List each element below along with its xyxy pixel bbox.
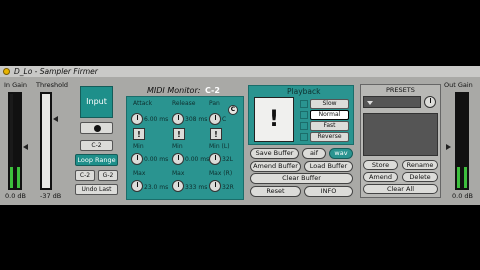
device-on-toggle[interactable] bbox=[3, 68, 10, 75]
fast-checkbox[interactable] bbox=[300, 122, 308, 130]
in-gain-label: In Gain bbox=[4, 81, 28, 89]
out-gain-level-left bbox=[457, 167, 460, 188]
pan-value: C bbox=[222, 116, 227, 123]
chevron-down-icon bbox=[367, 101, 373, 105]
amend-buffer-button[interactable]: Amend Buffer bbox=[250, 161, 301, 172]
pan-label: Pan bbox=[209, 100, 220, 107]
reverse-checkbox[interactable] bbox=[300, 133, 308, 141]
clear-buffer-button[interactable]: Clear Buffer bbox=[250, 173, 353, 184]
preset-morph-knob[interactable] bbox=[424, 96, 436, 108]
preset-select[interactable] bbox=[363, 96, 421, 108]
aif-button[interactable]: aif bbox=[302, 148, 326, 159]
attack-max-label: Max bbox=[133, 170, 146, 177]
in-gain-level-right bbox=[17, 167, 20, 188]
pan-min-knob[interactable] bbox=[209, 153, 221, 165]
pan-randomize-button[interactable]: ! bbox=[210, 128, 222, 140]
info-button[interactable]: INFO bbox=[304, 186, 353, 197]
threshold-value: -37 dB bbox=[40, 192, 62, 200]
presets-label: PRESETS bbox=[386, 86, 415, 94]
center-badge[interactable]: C bbox=[228, 105, 238, 115]
attack-randomize-button[interactable]: ! bbox=[133, 128, 145, 140]
reverse-option[interactable]: Reverse bbox=[310, 132, 349, 142]
wav-button[interactable]: wav bbox=[329, 148, 353, 159]
release-value: 308 ms bbox=[185, 116, 208, 123]
release-max-value: 333 ms bbox=[185, 184, 208, 191]
store-button[interactable]: Store bbox=[363, 160, 398, 170]
fast-option[interactable]: Fast bbox=[310, 121, 349, 131]
pan-max-value: 32R bbox=[222, 184, 234, 191]
release-min-value: 0.00 ms bbox=[185, 156, 210, 163]
c2-button[interactable]: C-2 bbox=[75, 170, 95, 181]
attack-max-knob[interactable] bbox=[131, 180, 143, 192]
slow-option[interactable]: Slow bbox=[310, 99, 349, 109]
out-gain-label: Out Gain bbox=[444, 81, 473, 89]
normal-option[interactable]: Normal bbox=[310, 110, 349, 120]
note-display[interactable]: C-2 bbox=[80, 140, 113, 151]
record-dot-icon bbox=[94, 125, 101, 132]
in-gain-slider-arrow-icon[interactable] bbox=[23, 144, 28, 150]
device-title: D_Lo - Sampler Firmer bbox=[14, 67, 98, 76]
attack-max-value: 23.0 ms bbox=[144, 184, 169, 191]
pan-knob[interactable] bbox=[209, 113, 221, 125]
midi-monitor-note: C-2 bbox=[205, 86, 220, 95]
reset-button[interactable]: Reset bbox=[250, 186, 301, 197]
pan-max-label: Max (R) bbox=[209, 170, 233, 177]
rename-button[interactable]: Rename bbox=[402, 160, 438, 170]
attack-min-knob[interactable] bbox=[131, 153, 143, 165]
attack-value: 6.00 ms bbox=[144, 116, 169, 123]
g2-button[interactable]: G-2 bbox=[98, 170, 118, 181]
playback-trigger-button[interactable]: ! bbox=[254, 97, 294, 142]
delete-button[interactable]: Delete bbox=[402, 172, 438, 182]
attack-label: Attack bbox=[133, 100, 153, 107]
clear-all-button[interactable]: Clear All bbox=[363, 184, 438, 194]
midi-monitor-label: MIDI Monitor: bbox=[147, 86, 201, 95]
undo-last-button[interactable]: Undo Last bbox=[75, 184, 118, 195]
in-gain-meter[interactable] bbox=[8, 92, 22, 190]
out-gain-value: 0.0 dB bbox=[452, 192, 473, 200]
release-min-knob[interactable] bbox=[172, 153, 184, 165]
in-gain-level-left bbox=[10, 167, 13, 188]
slow-checkbox[interactable] bbox=[300, 100, 308, 108]
release-min-label: Min bbox=[172, 143, 183, 150]
attack-knob[interactable] bbox=[131, 113, 143, 125]
release-max-label: Max bbox=[172, 170, 185, 177]
pan-min-label: Min (L) bbox=[209, 143, 230, 150]
record-toggle[interactable] bbox=[80, 122, 113, 134]
amend-button[interactable]: Amend bbox=[363, 172, 398, 182]
loop-range-button[interactable]: Loop Range bbox=[75, 154, 118, 166]
threshold-meter[interactable] bbox=[40, 92, 52, 190]
release-max-knob[interactable] bbox=[172, 180, 184, 192]
save-buffer-button[interactable]: Save Buffer bbox=[250, 148, 299, 159]
in-gain-value: 0.0 dB bbox=[5, 192, 26, 200]
load-buffer-button[interactable]: Load Buffer bbox=[304, 161, 353, 172]
pan-max-knob[interactable] bbox=[209, 180, 221, 192]
out-gain-slider-arrow-icon[interactable] bbox=[446, 144, 451, 150]
normal-checkbox[interactable] bbox=[300, 111, 308, 119]
playback-label: Playback bbox=[287, 87, 321, 96]
pan-min-value: 32L bbox=[222, 156, 233, 163]
out-gain-meter[interactable] bbox=[455, 92, 469, 190]
input-button[interactable]: Input bbox=[80, 86, 113, 118]
threshold-meter-track bbox=[42, 94, 50, 188]
release-randomize-button[interactable]: ! bbox=[173, 128, 185, 140]
threshold-slider-arrow-icon[interactable] bbox=[53, 116, 58, 122]
attack-min-value: 0.00 ms bbox=[144, 156, 169, 163]
release-label: Release bbox=[172, 100, 196, 107]
out-gain-level-right bbox=[464, 167, 467, 188]
release-knob[interactable] bbox=[172, 113, 184, 125]
preset-list[interactable] bbox=[363, 113, 438, 156]
attack-min-label: Min bbox=[133, 143, 144, 150]
threshold-label: Threshold bbox=[36, 81, 69, 89]
